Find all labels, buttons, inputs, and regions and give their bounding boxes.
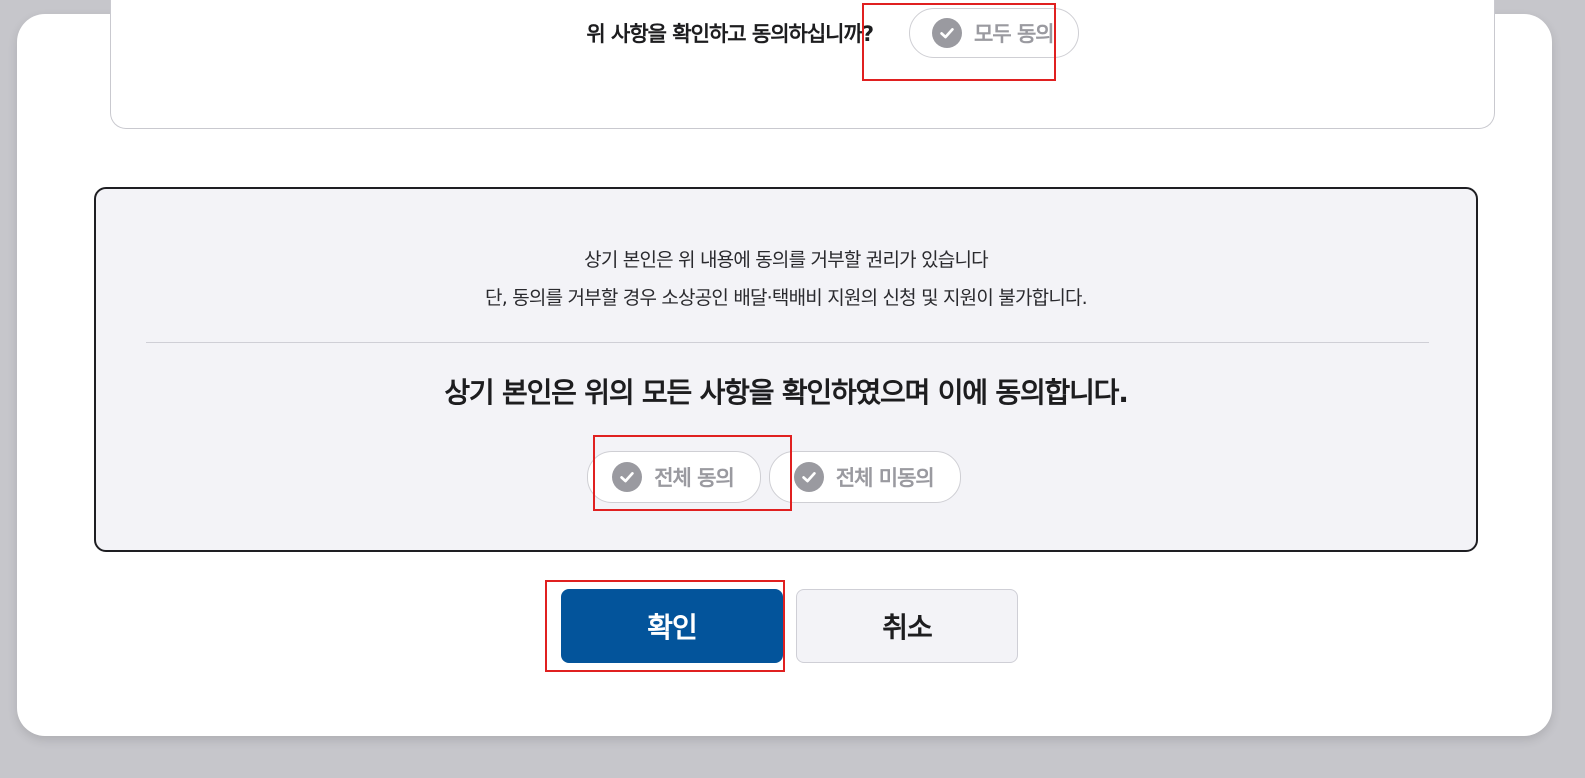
check-circle-icon <box>612 462 643 492</box>
agree-all-button[interactable]: 모두 동의 <box>909 8 1079 58</box>
disagree-all-option[interactable]: 전체 미동의 <box>768 451 961 503</box>
check-circle-icon <box>932 18 962 48</box>
divider <box>146 342 1429 343</box>
agree-all-label: 모두 동의 <box>974 22 1055 46</box>
action-buttons: 확인 취소 <box>0 589 1585 663</box>
consent-options: 전체 동의 전체 미동의 <box>96 451 1476 503</box>
refusal-notice-line-1: 상기 본인은 위 내용에 동의를 거부할 권리가 있습니다 <box>584 249 988 271</box>
agree-all-option-label: 전체 동의 <box>654 466 735 490</box>
confirm-button[interactable]: 확인 <box>561 589 783 663</box>
disagree-all-option-label: 전체 미동의 <box>835 466 935 490</box>
refusal-notice-line-2: 단, 동의를 거부할 경우 소상공인 배달·택배비 지원의 신청 및 지원이 불… <box>485 287 1088 309</box>
consent-statement: 상기 본인은 위의 모든 사항을 확인하였으며 이에 동의합니다. <box>444 376 1128 409</box>
refusal-notice: 상기 본인은 위 내용에 동의를 거부할 권리가 있습니다 단, 동의를 거부할… <box>96 241 1476 317</box>
check-circle-icon <box>793 462 824 492</box>
agreement-question: 위 사항을 확인하고 동의하십니까? <box>586 22 874 46</box>
agreement-question-row: 위 사항을 확인하고 동의하십니까? 모두 동의 <box>111 8 1494 58</box>
cancel-button[interactable]: 취소 <box>796 589 1018 663</box>
agreement-box: 위 사항을 확인하고 동의하십니까? 모두 동의 <box>110 0 1495 129</box>
final-consent-box: 상기 본인은 위 내용에 동의를 거부할 권리가 있습니다 단, 동의를 거부할… <box>94 187 1478 552</box>
agree-all-option[interactable]: 전체 동의 <box>587 451 761 503</box>
